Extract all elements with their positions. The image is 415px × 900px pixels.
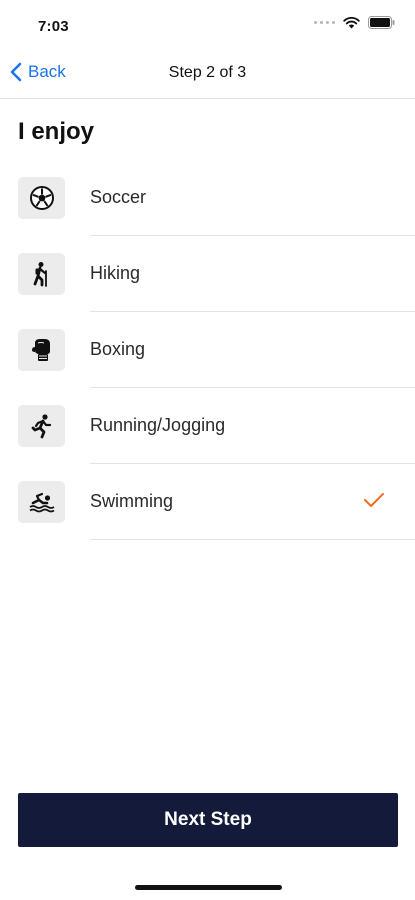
option-label: Swimming bbox=[90, 491, 174, 511]
option-swimming[interactable]: Swimming bbox=[0, 464, 415, 540]
option-icon-tile bbox=[18, 405, 65, 447]
page-heading: I enjoy bbox=[18, 118, 95, 145]
option-boxing[interactable]: Boxing bbox=[0, 312, 415, 388]
swimmer-icon bbox=[29, 492, 54, 513]
option-icon-tile bbox=[18, 481, 65, 523]
option-label: Hiking bbox=[90, 263, 141, 283]
battery-icon bbox=[368, 16, 395, 29]
navigation-bar: Back Step 2 of 3 bbox=[0, 50, 415, 99]
status-time: 7:03 bbox=[38, 18, 69, 35]
status-bar: 7:03 bbox=[0, 0, 415, 50]
option-soccer[interactable]: Soccer bbox=[0, 160, 415, 236]
divider bbox=[90, 539, 415, 540]
option-icon-tile bbox=[18, 329, 65, 371]
activity-list: Soccer Hiking Boxing Running/Jogging Swi… bbox=[0, 160, 415, 540]
hiker-icon bbox=[33, 262, 47, 287]
option-label: Running/Jogging bbox=[90, 415, 226, 435]
next-step-button[interactable]: Next Step bbox=[18, 793, 398, 847]
runner-icon bbox=[31, 414, 51, 439]
soccer-ball-icon bbox=[29, 186, 54, 210]
home-indicator[interactable] bbox=[135, 885, 282, 890]
option-icon-tile bbox=[18, 253, 65, 295]
wifi-icon bbox=[343, 16, 360, 28]
option-label: Boxing bbox=[90, 339, 146, 359]
status-icons bbox=[314, 16, 395, 29]
option-running-jogging[interactable]: Running/Jogging bbox=[0, 388, 415, 464]
checkmark-icon bbox=[364, 493, 384, 507]
option-label: Soccer bbox=[90, 187, 147, 207]
boxing-glove-icon bbox=[31, 339, 50, 361]
option-icon-tile bbox=[18, 177, 65, 219]
option-hiking[interactable]: Hiking bbox=[0, 236, 415, 312]
signal-dots-icon bbox=[314, 21, 335, 24]
nav-title: Step 2 of 3 bbox=[168, 64, 247, 81]
